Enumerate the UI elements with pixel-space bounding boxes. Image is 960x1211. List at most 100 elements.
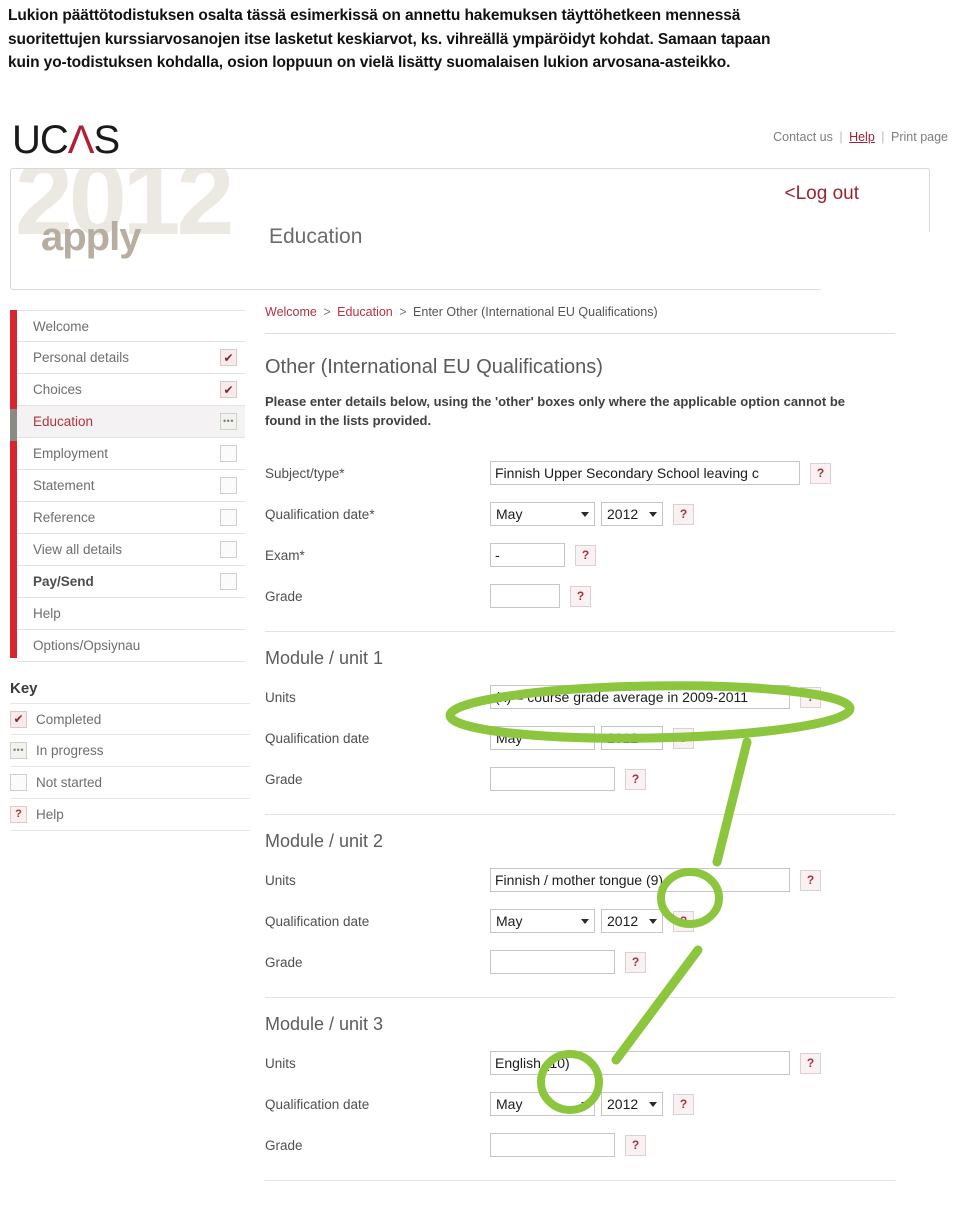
logo-text-uc: UC (12, 118, 69, 162)
sidebar-item-welcome[interactable]: Welcome (17, 310, 245, 342)
units-label: Units (265, 689, 296, 705)
help-icon-units[interactable]: ? (800, 1052, 821, 1074)
breadcrumb-item-education[interactable]: Education (337, 305, 393, 319)
module-date-year-select[interactable]: 2012 (601, 726, 663, 751)
sidebar-item-statement[interactable]: Statement (17, 470, 245, 502)
field-row-grade: Grade ? (265, 576, 895, 617)
sidebar-item-reference[interactable]: Reference (17, 502, 245, 534)
units-input[interactable]: (x) = course grade average in 2009-2011 (490, 685, 790, 710)
sidebar-item-label: Welcome (33, 318, 90, 334)
help-icon-module-grade[interactable]: ? (625, 768, 646, 790)
section-divider-1 (265, 630, 895, 632)
field-row-module-date: Qualification date May 2012? (265, 1084, 895, 1125)
module-divider (265, 996, 895, 998)
module-date-label: Qualification date (265, 1096, 370, 1112)
module-date-label: Qualification date (265, 913, 370, 929)
help-icon: ? (10, 806, 27, 823)
breadcrumb: Welcome > Education > Enter Other (Inter… (265, 305, 895, 333)
key-row: ••• In progress (10, 735, 250, 767)
field-row-module-grade: Grade? (265, 942, 895, 983)
help-icon-subject[interactable]: ? (810, 462, 831, 484)
module-grade-input[interactable] (490, 950, 615, 975)
qualification-fieldset: Subject/type* Finnish Upper Secondary Sc… (265, 453, 895, 617)
sidebar-item-personal-details[interactable]: Personal details ✔ (17, 342, 245, 374)
field-row-units: Units English (10)? (265, 1043, 895, 1084)
log-out-link[interactable]: <Log out (785, 183, 860, 205)
help-icon-grade[interactable]: ? (570, 585, 591, 607)
empty-checkbox-icon (10, 774, 27, 791)
contact-us-link[interactable]: Contact us (773, 130, 833, 144)
key-row-label: Completed (36, 711, 102, 727)
empty-checkbox-icon (220, 445, 237, 462)
module-divider (265, 813, 895, 815)
section-title: Other (International EU Qualifications) (265, 356, 603, 378)
subject-label: Subject/type* (265, 465, 345, 481)
help-icon-module-date[interactable]: ? (673, 727, 694, 749)
units-label: Units (265, 872, 296, 888)
module-grade-label: Grade (265, 954, 303, 970)
empty-checkbox-icon (220, 477, 237, 494)
breadcrumb-separator-2: > (399, 305, 407, 319)
empty-checkbox-icon (220, 541, 237, 558)
key-row: ✔ Completed (10, 703, 250, 735)
exam-input[interactable]: - (490, 543, 565, 568)
qualification-date-month-select[interactable]: May (490, 502, 595, 527)
dots-icon: ••• (10, 742, 27, 759)
section-intro: Please enter details below, using the 'o… (265, 394, 845, 428)
key-list: ✔ Completed ••• In progress Not started? Help (10, 703, 250, 831)
empty-checkbox-icon (220, 573, 237, 590)
breadcrumb-item-welcome[interactable]: Welcome (265, 305, 317, 319)
units-input[interactable]: Finnish / mother tongue (9) (490, 868, 790, 893)
key-row-label: Help (36, 807, 64, 822)
help-icon-module-grade[interactable]: ? (625, 951, 646, 973)
sidebar-item-pay-send[interactable]: Pay/Send (17, 566, 245, 598)
empty-checkbox-icon (220, 509, 237, 526)
page-banner: 2012 apply Education <Log out (10, 168, 930, 290)
help-icon-exam[interactable]: ? (575, 544, 596, 566)
sidebar-item-options-opsiynau[interactable]: Options/Opsiynau (17, 630, 245, 662)
sidebar-item-label: Choices (33, 382, 82, 397)
sidebar-item-help[interactable]: Help (17, 598, 245, 630)
watermark-apply: apply (41, 215, 141, 259)
sidebar-item-label: Help (33, 606, 61, 621)
module-date-month-select[interactable]: May (490, 1092, 595, 1117)
check-icon: ✔ (220, 349, 237, 366)
print-page-link[interactable]: Print page (891, 130, 948, 144)
grade-label: Grade (265, 588, 303, 604)
help-icon-module-grade[interactable]: ? (625, 1134, 646, 1156)
units-input[interactable]: English (10) (490, 1051, 790, 1076)
logo-lambda-icon: Λ (67, 118, 95, 162)
help-link[interactable]: Help (849, 130, 875, 144)
module-grade-input[interactable] (490, 767, 615, 792)
field-row-units: Units Finnish / mother tongue (9)? (265, 860, 895, 901)
module-block-2: Module / unit 2 Units Finnish / mother ton… (265, 831, 895, 998)
sidebar-item-label: Education (33, 414, 94, 429)
sidebar-item-employment[interactable]: Employment (17, 438, 245, 470)
module-date-month-select[interactable]: May (490, 909, 595, 934)
help-icon-units[interactable]: ? (800, 686, 821, 708)
sidebar-item-education[interactable]: Education ••• (17, 406, 245, 438)
help-icon-module-date[interactable]: ? (673, 910, 694, 932)
sidebar-item-label: Personal details (33, 350, 130, 365)
breadcrumb-separator-1: > (323, 305, 331, 319)
module-grade-input[interactable] (490, 1133, 615, 1158)
module-date-year-select[interactable]: 2012 (601, 1092, 663, 1117)
sidebar-item-view-all-details[interactable]: View all details (17, 534, 245, 566)
module-date-year-select[interactable]: 2012 (601, 909, 663, 934)
grade-input[interactable] (490, 584, 560, 609)
sidebar-item-label: View all details (33, 542, 123, 557)
module-title: Module / unit 1 (265, 647, 384, 668)
screenshot-page: Lukion päättötodistuksen osalta tässä es… (0, 0, 960, 1211)
help-icon-units[interactable]: ? (800, 869, 821, 891)
check-icon: ✔ (220, 381, 237, 398)
key-legend: Key ✔ Completed ••• In progress Not started?… (10, 680, 250, 831)
field-row-module-date: Qualification date May 2012? (265, 718, 895, 759)
help-icon-module-date[interactable]: ? (673, 1093, 694, 1115)
qualification-date-label: Qualification date* (265, 506, 375, 522)
subject-input[interactable]: Finnish Upper Secondary School leaving c (490, 461, 800, 486)
qualification-date-year-select[interactable]: 2012 (601, 502, 663, 527)
field-row-module-date: Qualification date May 2012? (265, 901, 895, 942)
help-icon-qualification-date[interactable]: ? (673, 503, 694, 525)
sidebar-item-choices[interactable]: Choices ✔ (17, 374, 245, 406)
module-date-month-select[interactable]: May (490, 726, 595, 751)
